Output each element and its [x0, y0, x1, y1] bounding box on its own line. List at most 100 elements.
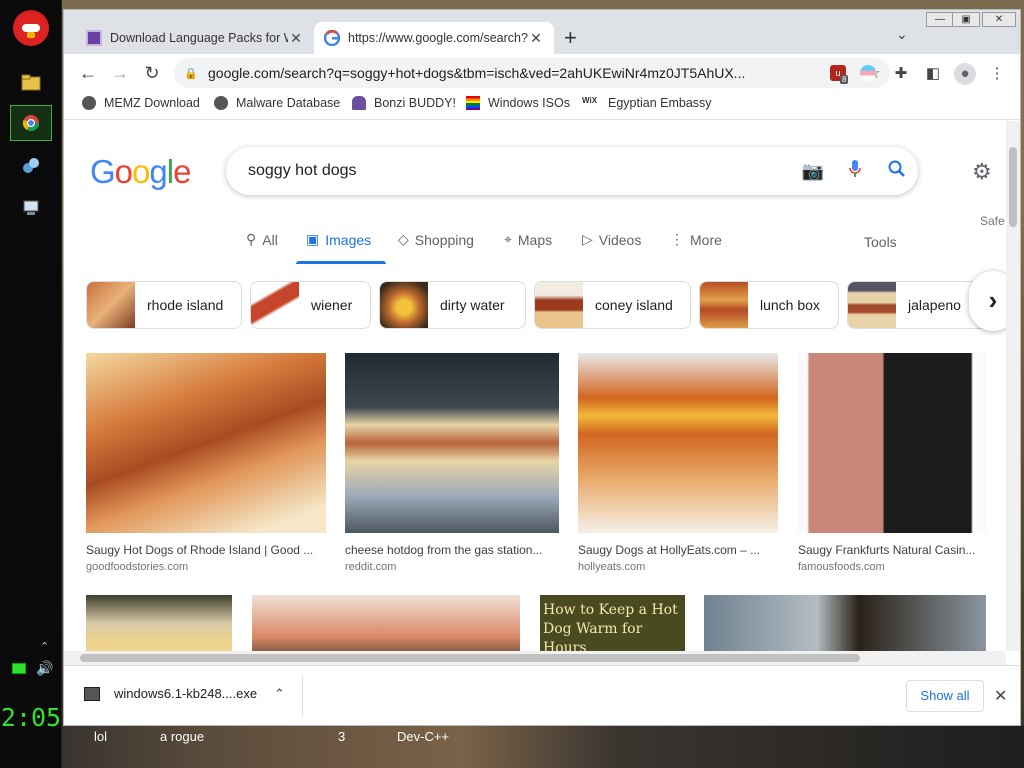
lock-icon[interactable]: 🔒 [184, 67, 198, 80]
back-button[interactable]: ← [76, 61, 100, 85]
vertical-scrollbar[interactable] [1006, 121, 1020, 651]
tab-language-packs[interactable]: Download Language Packs for W ✕ [76, 22, 314, 54]
tab-maps[interactable]: ⌖ Maps [504, 231, 552, 248]
clock[interactable]: 2:05 [0, 703, 62, 732]
result-title[interactable]: Saugy Dogs at HollyEats.com – ... [578, 543, 778, 557]
close-icon[interactable]: ✕ [994, 686, 1007, 706]
bookmark-windows-isos[interactable]: Windows ISOs [466, 96, 570, 110]
chrome-icon [22, 115, 40, 132]
forward-button[interactable]: → [108, 61, 132, 85]
desktop-label-devcpp[interactable]: Dev-C++ [397, 729, 449, 744]
image-result[interactable]: Saugy Dogs at HollyEats.com – ... hollye… [578, 353, 778, 573]
window-close-button[interactable]: ✕ [982, 12, 1016, 27]
chip-dirty-water[interactable]: dirty water [379, 281, 526, 329]
tab-search-chevron-icon[interactable]: ⌄ [896, 26, 908, 43]
search-box[interactable]: soggy hot dogs 📷 [226, 147, 918, 195]
side-panel-icon[interactable]: ◧ [922, 63, 944, 85]
new-tab-button[interactable]: + [564, 25, 577, 51]
result-image[interactable] [86, 353, 326, 533]
tab-shopping[interactable]: ◇ Shopping [398, 231, 474, 248]
tab-label: Maps [517, 231, 553, 248]
result-image[interactable] [578, 353, 778, 533]
tab-label: All [262, 231, 278, 248]
tab-all[interactable]: ⚲ All [246, 231, 278, 248]
google-logo[interactable]: Google [90, 153, 191, 191]
search-icon[interactable] [876, 160, 918, 183]
chip-wiener[interactable]: wiener [250, 281, 371, 329]
result-image[interactable] [798, 353, 986, 533]
tab-videos[interactable]: ▷ Videos [582, 231, 641, 248]
bookmark-malware-db[interactable]: Malware Database [214, 96, 340, 110]
settings-gear-icon[interactable]: ⚙ [972, 159, 992, 185]
chip-thumbnail [380, 282, 428, 328]
chrome-launcher[interactable] [10, 105, 52, 141]
chevron-up-icon[interactable]: ⌃ [274, 686, 285, 702]
result-source[interactable]: famousfoods.com [798, 561, 986, 573]
bookmark-label: Bonzi BUDDY! [374, 96, 456, 110]
image-result[interactable] [252, 595, 520, 651]
logo-letter: g [149, 153, 167, 190]
chip-thumbnail [848, 282, 896, 328]
rainbow-flag-icon [466, 96, 480, 110]
flag-extension-icon[interactable] [860, 65, 876, 81]
chip-lunch-box[interactable]: lunch box [699, 281, 839, 329]
image-result[interactable]: How to Keep a Hot Dog Warm for Hours [540, 595, 685, 651]
chip-rhode-island[interactable]: rhode island [86, 281, 242, 329]
extensions-puzzle-icon[interactable]: ✚ [890, 63, 912, 85]
bookmark-egyptian-embassy[interactable]: WiX Egyptian Embassy [582, 96, 712, 110]
image-result[interactable]: Saugy Hot Dogs of Rhode Island | Good ..… [86, 353, 326, 573]
image-result[interactable]: Saugy Frankfurts Natural Casin... famous… [798, 353, 986, 573]
profile-avatar-icon[interactable]: ● [954, 63, 976, 85]
volume-icon[interactable]: 🔊 [36, 660, 53, 677]
wix-icon: WiX [582, 96, 598, 105]
tray-arrow-icon[interactable]: ⌃ [40, 640, 49, 653]
result-title[interactable]: Saugy Hot Dogs of Rhode Island | Good ..… [86, 543, 326, 557]
desktop-label-rogue[interactable]: a rogue [160, 729, 204, 744]
network-launcher[interactable] [10, 148, 52, 184]
url-text[interactable]: google.com/search?q=soggy+hot+dogs&tbm=i… [208, 65, 826, 81]
folder-launcher[interactable] [10, 64, 52, 100]
search-input[interactable]: soggy hot dogs [248, 162, 792, 180]
monitor-icon[interactable] [12, 663, 26, 674]
tab-more[interactable]: ⋮ More [670, 231, 722, 248]
maximize-button[interactable]: ▣ [952, 12, 980, 27]
result-title[interactable]: cheese hotdog from the gas station... [345, 543, 559, 557]
close-icon[interactable]: ✕ [528, 30, 544, 47]
image-result[interactable]: cheese hotdog from the gas station... re… [345, 353, 559, 573]
desktop-label-3[interactable]: 3 [338, 729, 345, 744]
bookmarks-bar: MEMZ Download Malware Database Bonzi BUD… [64, 92, 1020, 120]
tab-images[interactable]: ▣ Images [306, 231, 371, 248]
download-filename[interactable]: windows6.1-kb248....exe [114, 686, 257, 701]
scroll-thumb[interactable] [1009, 147, 1017, 227]
start-button[interactable] [10, 10, 52, 46]
reload-button[interactable]: ↻ [140, 61, 164, 85]
computer-launcher[interactable] [10, 190, 52, 226]
bookmark-memz[interactable]: MEMZ Download [82, 96, 200, 110]
menu-kebab-icon[interactable]: ⋮ [986, 63, 1008, 85]
result-source[interactable]: reddit.com [345, 561, 559, 573]
result-source[interactable]: hollyeats.com [578, 561, 778, 573]
address-bar[interactable]: 🔒 google.com/search?q=soggy+hot+dogs&tbm… [174, 58, 890, 88]
horizontal-scrollbar[interactable] [64, 651, 1006, 665]
result-image[interactable] [345, 353, 559, 533]
tools-button[interactable]: Tools [864, 234, 897, 250]
camera-icon[interactable]: 📷 [792, 161, 834, 182]
tab-google-search[interactable]: https://www.google.com/search? ✕ [314, 22, 554, 54]
result-title[interactable]: Saugy Frankfurts Natural Casin... [798, 543, 986, 557]
desktop-label-lol[interactable]: lol [94, 729, 107, 744]
favicon-icon [86, 30, 102, 46]
image-result[interactable] [86, 595, 232, 651]
microphone-icon[interactable] [834, 159, 876, 184]
bookmark-bonzi[interactable]: Bonzi BUDDY! [352, 96, 456, 110]
close-icon[interactable]: ✕ [288, 30, 304, 47]
chip-coney-island[interactable]: coney island [534, 281, 691, 329]
result-source[interactable]: goodfoodstories.com [86, 561, 326, 573]
image-result[interactable] [704, 595, 986, 651]
download-item[interactable]: windows6.1-kb248....exe [84, 686, 257, 701]
chip-thumbnail [700, 282, 748, 328]
logo-letter: o [114, 153, 133, 190]
scroll-thumb[interactable] [80, 654, 860, 662]
chip-next-arrow-icon[interactable]: › [969, 271, 1006, 331]
show-all-button[interactable]: Show all [906, 680, 984, 712]
minimize-button[interactable]: — [926, 12, 954, 27]
